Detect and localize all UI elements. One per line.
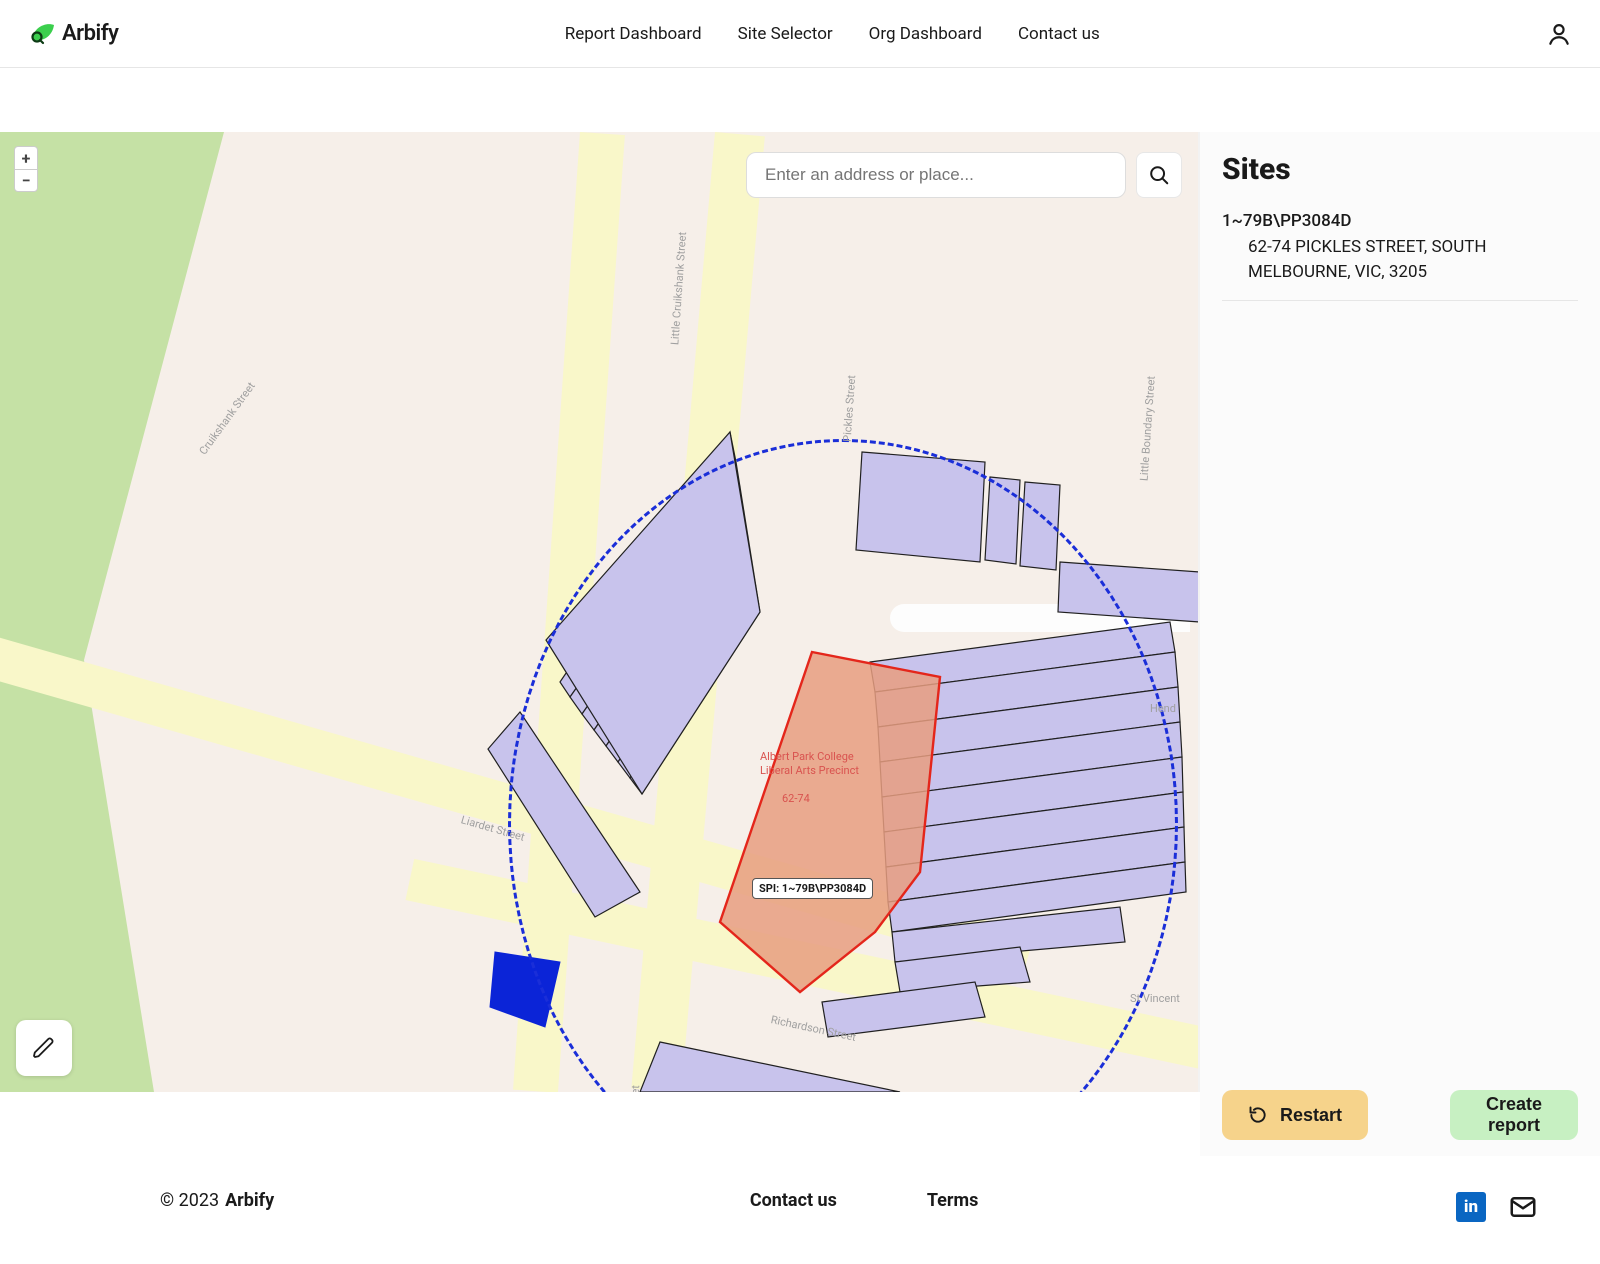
zoom-out-button[interactable]: − — [15, 169, 37, 191]
nav-report-dashboard[interactable]: Report Dashboard — [565, 24, 702, 44]
restart-button-label: Restart — [1280, 1105, 1342, 1126]
leaf-icon — [28, 23, 56, 45]
address-search-input[interactable] — [746, 152, 1126, 198]
nav-site-selector[interactable]: Site Selector — [738, 24, 833, 44]
search-button[interactable] — [1136, 152, 1182, 198]
linkedin-link[interactable]: in — [1454, 1190, 1488, 1224]
create-report-button-label: Create report — [1476, 1094, 1552, 1136]
draw-button[interactable] — [16, 1020, 72, 1076]
footer: © 2023 Arbify Contact us Terms in — [0, 1156, 1600, 1264]
nav-org-dashboard[interactable]: Org Dashboard — [869, 24, 982, 44]
site-item-address: 62-74 PICKLES STREET, SOUTH MELBOURNE, V… — [1222, 235, 1578, 284]
sidebar-actions: Restart Create report — [1200, 1090, 1600, 1140]
site-item[interactable]: 1~79B\PP3084D 62-74 PICKLES STREET, SOUT… — [1222, 207, 1578, 301]
selected-parcel-badge: SPI: 1~79B\PP3084D — [752, 878, 873, 899]
footer-social: in — [1454, 1190, 1540, 1224]
footer-copyright: © 2023 Arbify — [160, 1190, 274, 1211]
linkedin-icon: in — [1456, 1192, 1486, 1222]
selected-parcel-label: Liberal Arts Precinct — [760, 764, 859, 777]
pencil-icon — [32, 1036, 56, 1060]
zoom-in-button[interactable]: + — [15, 147, 37, 169]
street-label: Hend — [1150, 702, 1176, 715]
selected-parcel-label: Albert Park College — [760, 750, 854, 763]
sidebar-title: Sites — [1222, 152, 1578, 187]
footer-links: Contact us Terms — [750, 1190, 979, 1211]
top-bar: Arbify Report Dashboard Site Selector Or… — [0, 0, 1600, 68]
top-nav: Report Dashboard Site Selector Org Dashb… — [118, 24, 1546, 44]
sites-sidebar: Sites 1~79B\PP3084D 62-74 PICKLES STREET… — [1200, 132, 1600, 1156]
copyright-prefix: © 2023 — [160, 1190, 219, 1211]
copyright-brand: Arbify — [225, 1190, 274, 1211]
map-search — [746, 152, 1182, 198]
brand-name: Arbify — [62, 21, 118, 46]
footer-terms-link[interactable]: Terms — [927, 1190, 979, 1211]
site-item-code: 1~79B\PP3084D — [1222, 211, 1578, 231]
restart-icon — [1248, 1105, 1268, 1125]
street-label: St Vincent — [1130, 992, 1180, 1005]
create-report-button[interactable]: Create report — [1450, 1090, 1578, 1140]
brand-logo[interactable]: Arbify — [28, 21, 118, 46]
email-link[interactable] — [1506, 1190, 1540, 1224]
selected-parcel-number: 62-74 — [782, 792, 810, 805]
map-pane[interactable]: Pickles Street Little Cruikshank Street … — [0, 132, 1200, 1092]
nav-contact-us[interactable]: Contact us — [1018, 24, 1100, 44]
zoom-control: + − — [14, 146, 38, 192]
user-icon[interactable] — [1546, 21, 1572, 47]
restart-button[interactable]: Restart — [1222, 1090, 1368, 1140]
mail-icon — [1508, 1192, 1538, 1222]
footer-contact-link[interactable]: Contact us — [750, 1190, 837, 1211]
workspace: Pickles Street Little Cruikshank Street … — [0, 132, 1600, 1156]
search-icon — [1148, 164, 1170, 186]
